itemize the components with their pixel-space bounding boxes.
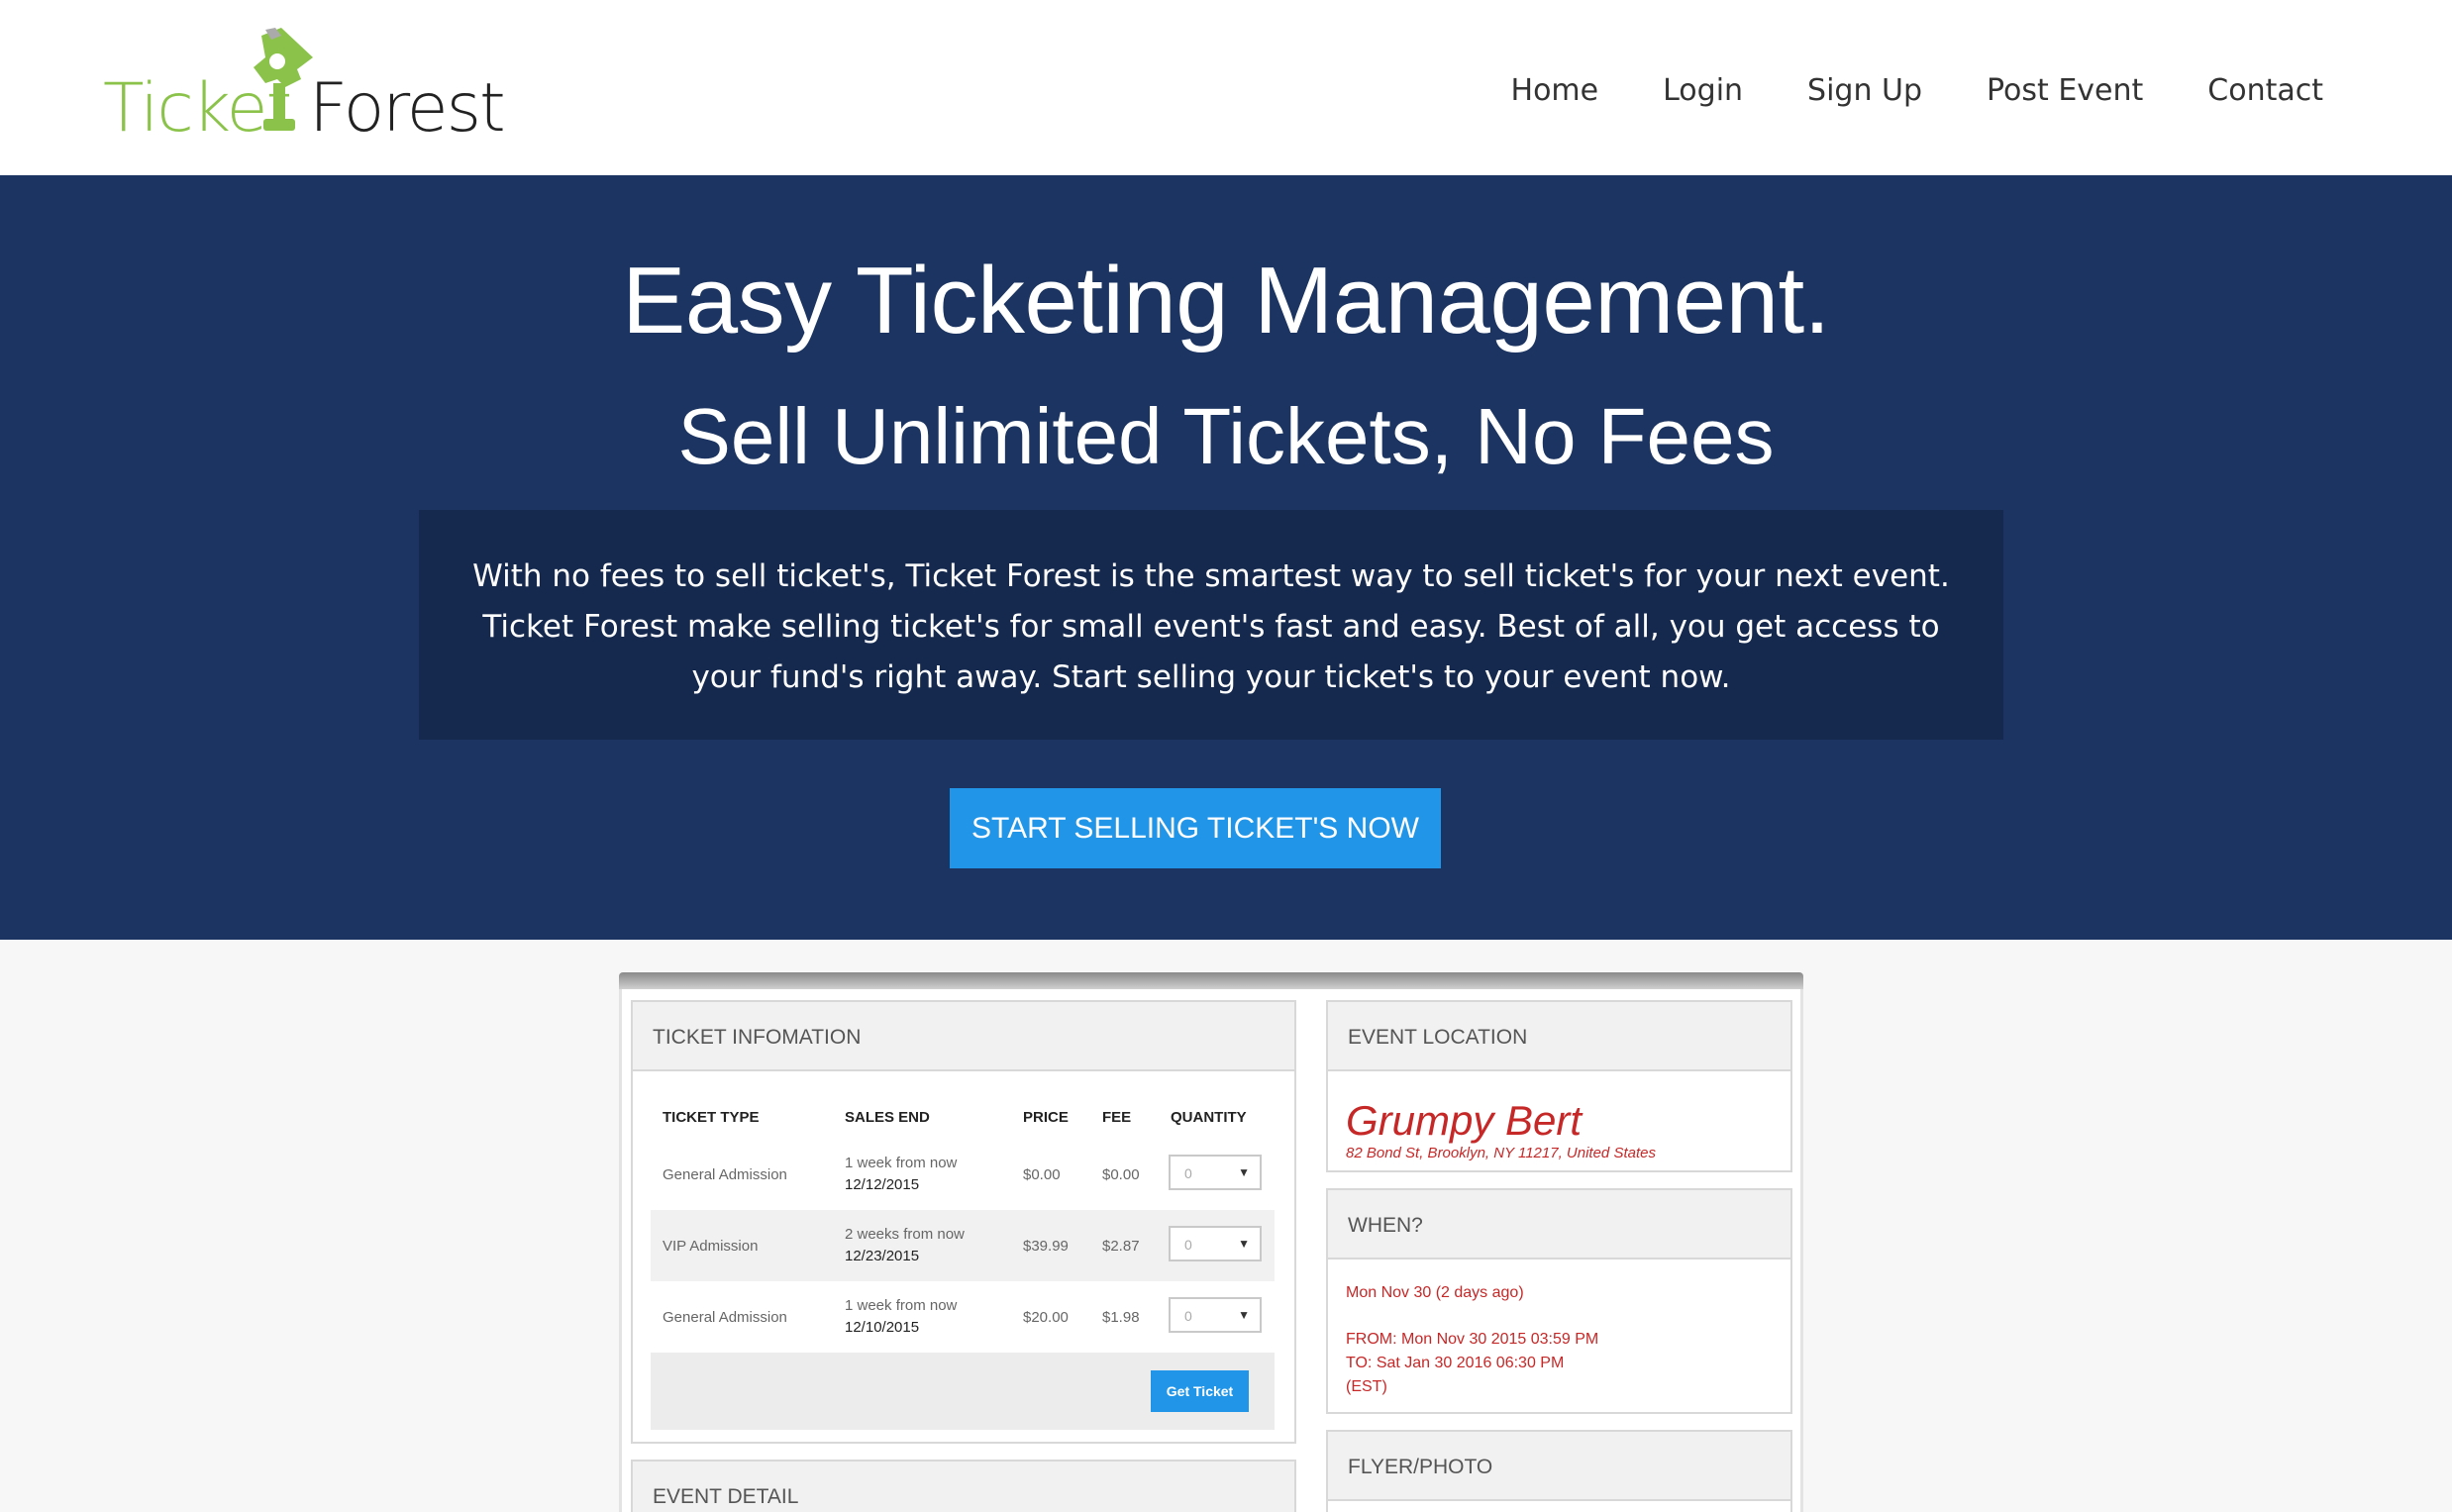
event-from: FROM: Mon Nov 30 2015 03:59 PM — [1346, 1331, 1599, 1348]
hero-title: Easy Ticketing Management. — [622, 248, 1830, 353]
event-to: TO: Sat Jan 30 2016 06:30 PM — [1346, 1355, 1565, 1371]
event-detail-title: EVENT DETAIL — [653, 1485, 799, 1508]
ticket-fee: $1.98 — [1102, 1309, 1140, 1326]
ticket-info-panel: TICKET INFOMATION TICKET TYPE SALES END … — [631, 1000, 1296, 1444]
chevron-down-icon: ▼ — [1238, 1308, 1250, 1322]
nav-home[interactable]: Home — [1511, 73, 1599, 108]
ticket-forest-logo[interactable]: Ticket Forest — [99, 26, 506, 148]
ticket-info-title: TICKET INFOMATION — [653, 1026, 862, 1049]
ticket-fee: $2.87 — [1102, 1238, 1140, 1255]
ticket-price: $20.00 — [1023, 1309, 1069, 1326]
ticket-type: VIP Admission — [663, 1238, 759, 1255]
sales-end-relative: 1 week from now — [845, 1155, 958, 1171]
start-selling-button[interactable]: START SELLING TICKET'S NOW — [950, 788, 1441, 868]
flyer-photo-title: FLYER/PHOTO — [1348, 1456, 1493, 1478]
col-price: PRICE — [1023, 1109, 1069, 1126]
table-row: VIP Admission 2 weeks from now 12/23/201… — [651, 1210, 1275, 1281]
sales-end-date: 12/23/2015 — [845, 1248, 920, 1264]
quantity-select[interactable]: 0 ▼ — [1169, 1297, 1262, 1333]
when-panel: WHEN? Mon Nov 30 (2 days ago) FROM: Mon … — [1326, 1188, 1792, 1414]
when-title: WHEN? — [1348, 1214, 1423, 1237]
quantity-select[interactable]: 0 ▼ — [1169, 1155, 1262, 1190]
nav-post-event[interactable]: Post Event — [1987, 73, 2143, 108]
venue-name[interactable]: Grumpy Bert — [1346, 1097, 1582, 1145]
hero-section: Easy Ticketing Management. Sell Unlimite… — [0, 175, 2452, 940]
col-quantity: QUANTITY — [1171, 1109, 1247, 1126]
nav-contact[interactable]: Contact — [2207, 73, 2323, 108]
sales-end-date: 12/10/2015 — [845, 1319, 920, 1336]
ticket-fee: $0.00 — [1102, 1166, 1140, 1183]
chevron-down-icon: ▼ — [1238, 1165, 1250, 1179]
ticket-tree-icon — [254, 28, 313, 131]
event-date-summary: Mon Nov 30 (2 days ago) — [1346, 1284, 1524, 1301]
sales-end-relative: 2 weeks from now — [845, 1226, 965, 1243]
get-ticket-button[interactable]: Get Ticket — [1151, 1370, 1249, 1412]
col-sales-end: SALES END — [845, 1109, 930, 1126]
flyer-photo-panel: FLYER/PHOTO — [1326, 1430, 1792, 1512]
event-timezone: (EST) — [1346, 1378, 1387, 1395]
table-row: General Admission 1 week from now 12/12/… — [651, 1139, 1275, 1210]
event-page-preview: TICKET INFOMATION TICKET TYPE SALES END … — [619, 989, 1803, 1512]
nav-sign-up[interactable]: Sign Up — [1807, 73, 1922, 108]
ticket-table-header: TICKET TYPE SALES END PRICE FEE QUANTITY — [651, 1089, 1275, 1139]
event-location-title: EVENT LOCATION — [1348, 1026, 1528, 1049]
main-nav: Home Login Sign Up Post Event Contact — [1447, 73, 2323, 108]
logo-word-forest: Forest — [309, 69, 506, 148]
hero-description-box: With no fees to sell ticket's, Ticket Fo… — [419, 510, 2003, 740]
quantity-select[interactable]: 0 ▼ — [1169, 1226, 1262, 1261]
ticket-type: General Admission — [663, 1309, 787, 1326]
nav-login[interactable]: Login — [1663, 73, 1743, 108]
event-location-panel: EVENT LOCATION Grumpy Bert 82 Bond St, B… — [1326, 1000, 1792, 1172]
table-row: General Admission 1 week from now 12/10/… — [651, 1281, 1275, 1353]
top-navbar: Ticket Forest Home Login Sign Up Post Ev… — [0, 0, 2452, 175]
col-ticket-type: TICKET TYPE — [663, 1109, 760, 1126]
chevron-down-icon: ▼ — [1238, 1237, 1250, 1251]
venue-address: 82 Bond St, Brooklyn, NY 11217, United S… — [1346, 1145, 1656, 1161]
sales-end-relative: 1 week from now — [845, 1297, 958, 1314]
sales-end-date: 12/12/2015 — [845, 1176, 920, 1193]
ticket-table: TICKET TYPE SALES END PRICE FEE QUANTITY… — [651, 1089, 1275, 1430]
event-detail-panel: EVENT DETAIL — [631, 1460, 1296, 1512]
hero-subtitle: Sell Unlimited Tickets, No Fees — [677, 392, 1775, 480]
ticket-price: $39.99 — [1023, 1238, 1069, 1255]
col-fee: FEE — [1102, 1109, 1132, 1126]
hero-description: With no fees to sell ticket's, Ticket Fo… — [472, 558, 1950, 695]
ticket-type: General Admission — [663, 1166, 787, 1183]
ticket-price: $0.00 — [1023, 1166, 1061, 1183]
